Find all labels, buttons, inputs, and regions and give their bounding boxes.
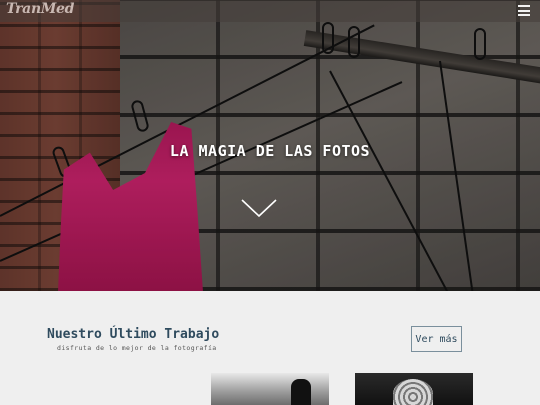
section-title: Nuestro Último Trabajo bbox=[47, 327, 220, 342]
see-more-button[interactable]: Ver más bbox=[411, 326, 462, 352]
hamburger-menu-icon[interactable] bbox=[518, 5, 530, 16]
site-logo[interactable]: TranMed bbox=[6, 1, 74, 17]
top-navbar: TranMed bbox=[0, 0, 540, 22]
menu-bar bbox=[518, 5, 530, 7]
menu-bar bbox=[518, 14, 530, 16]
scroll-down-button[interactable] bbox=[240, 196, 278, 220]
thumbnail-figure bbox=[291, 379, 311, 405]
portfolio-thumbnail[interactable] bbox=[211, 373, 329, 405]
chevron-down-icon bbox=[241, 199, 277, 218]
portfolio-thumbnail[interactable] bbox=[355, 373, 473, 405]
section-subtitle: disfruta de lo mejor de la fotografía bbox=[57, 344, 217, 352]
hero-banner: LA MAGIA DE LAS FOTOS bbox=[0, 0, 540, 291]
latest-work-section: Nuestro Último Trabajo disfruta de lo me… bbox=[0, 291, 540, 405]
menu-bar bbox=[518, 9, 530, 12]
thumbnail-portrait bbox=[393, 379, 433, 405]
hero-title: LA MAGIA DE LAS FOTOS bbox=[169, 142, 371, 160]
